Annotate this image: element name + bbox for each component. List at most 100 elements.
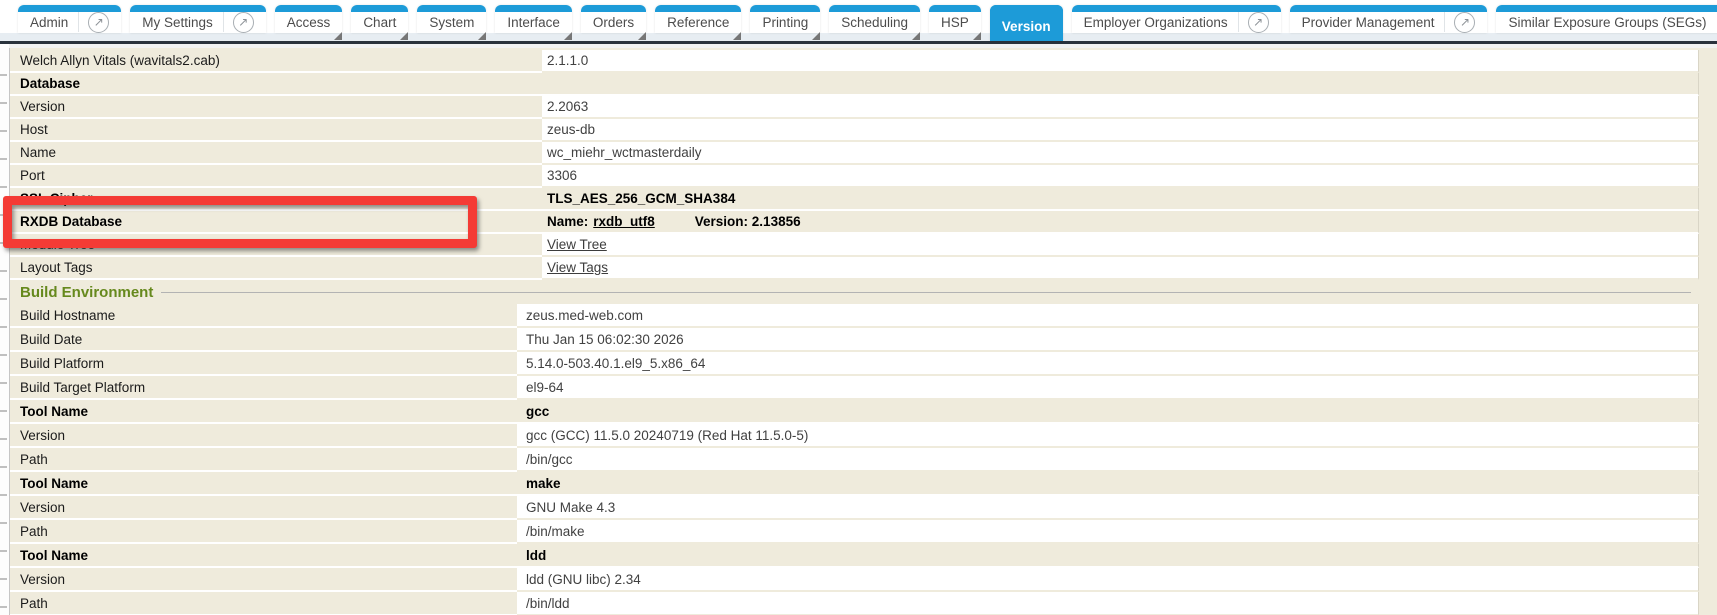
row-value bbox=[542, 73, 1699, 96]
view-link[interactable]: View Tree bbox=[547, 237, 607, 252]
row-value: /bin/make bbox=[517, 520, 1699, 544]
row-value: zeus-db bbox=[542, 119, 1699, 142]
row-label: Path bbox=[10, 592, 517, 615]
rxdb-name-link[interactable]: rxdb_utf8 bbox=[593, 214, 655, 229]
tab-label: HSP bbox=[941, 15, 969, 30]
row-value: /bin/gcc bbox=[517, 448, 1699, 472]
row-label: Build Date bbox=[10, 328, 517, 352]
tab-orders[interactable]: Orders bbox=[581, 5, 646, 33]
table-row: Build Hostname zeus.med-web.com bbox=[10, 304, 1717, 328]
value-secondary: Version: 2.13856 bbox=[695, 214, 801, 229]
tab-access[interactable]: Access bbox=[275, 5, 343, 33]
table-row: Layout Tags View Tags bbox=[10, 257, 1717, 280]
tab-chart[interactable]: Chart bbox=[351, 5, 408, 33]
dropdown-fold-icon bbox=[912, 32, 920, 40]
row-value: gcc (GCC) 11.5.0 20240719 (Red Hat 11.5.… bbox=[517, 424, 1699, 448]
tab-admin[interactable]: Admin ↗ bbox=[18, 5, 121, 33]
tab-label: Orders bbox=[593, 15, 634, 30]
table-row: Tool Name gcc bbox=[10, 400, 1717, 424]
tab-bar: Admin ↗ My Settings ↗ Access Chart bbox=[0, 0, 1717, 41]
value-text: /bin/ldd bbox=[526, 596, 570, 611]
tab-hsp[interactable]: HSP bbox=[929, 5, 981, 33]
row-label: RXDB Database bbox=[10, 211, 542, 234]
value-text: /bin/gcc bbox=[526, 452, 573, 467]
row-value: View Tags bbox=[542, 257, 1699, 280]
value-text: el9-64 bbox=[526, 380, 564, 395]
popout-icon[interactable]: ↗ bbox=[88, 12, 109, 33]
table-row: Version GNU Make 4.3 bbox=[10, 496, 1717, 520]
tab-scheduling[interactable]: Scheduling bbox=[829, 5, 920, 33]
tab-my-settings[interactable]: My Settings ↗ bbox=[130, 5, 266, 33]
value-text: GNU Make 4.3 bbox=[526, 500, 615, 515]
value-text: zeus.med-web.com bbox=[526, 308, 643, 323]
dropdown-fold-icon bbox=[400, 32, 408, 40]
tab-label: Access bbox=[287, 15, 331, 30]
tab-reference[interactable]: Reference bbox=[655, 5, 741, 33]
tab-label: Printing bbox=[762, 15, 808, 30]
build-environment-header: Build Environment bbox=[10, 280, 1717, 304]
tab-similar-exposure-groups[interactable]: Similar Exposure Groups (SEGs) ↗ bbox=[1496, 5, 1717, 33]
row-label: Database bbox=[10, 73, 542, 96]
value-text: Thu Jan 15 06:02:30 2026 bbox=[526, 332, 684, 347]
tab-employer-organizations[interactable]: Employer Organizations ↗ bbox=[1072, 5, 1281, 33]
row-label: Port bbox=[10, 165, 542, 188]
popout-icon[interactable]: ↗ bbox=[1248, 12, 1269, 33]
row-label: Host bbox=[10, 119, 542, 142]
row-value: Thu Jan 15 06:02:30 2026 bbox=[517, 328, 1699, 352]
row-label: Path bbox=[10, 520, 517, 544]
tab-strip: Admin ↗ My Settings ↗ Access Chart bbox=[0, 0, 1717, 41]
tab-provider-management[interactable]: Provider Management ↗ bbox=[1290, 5, 1488, 33]
row-value: TLS_AES_256_GCM_SHA384 bbox=[542, 188, 1699, 211]
row-value: /bin/ldd bbox=[517, 592, 1699, 615]
row-value: gcc bbox=[517, 400, 1699, 424]
tab-divider bbox=[1238, 12, 1239, 32]
dropdown-fold-icon bbox=[733, 32, 741, 40]
tab-divider bbox=[1444, 12, 1445, 32]
table-row: Module Tree View Tree bbox=[10, 234, 1717, 257]
dropdown-fold-icon bbox=[478, 32, 486, 40]
table-row: Version gcc (GCC) 11.5.0 20240719 (Red H… bbox=[10, 424, 1717, 448]
table-row: Tool Name make bbox=[10, 472, 1717, 496]
value-text: 2.1.1.0 bbox=[547, 53, 588, 68]
table-row: Build Platform 5.14.0-503.40.1.el9_5.x86… bbox=[10, 352, 1717, 376]
version-info-table: Welch Allyn Vitals (wavitals2.cab) 2.1.1… bbox=[9, 48, 1717, 615]
table-row: Build Target Platform el9-64 bbox=[10, 376, 1717, 400]
table-row: SSL Cipher TLS_AES_256_GCM_SHA384 bbox=[10, 188, 1717, 211]
table-row: Version ldd (GNU libc) 2.34 bbox=[10, 568, 1717, 592]
table-row: Name wc_miehr_wctmasterdaily bbox=[10, 142, 1717, 165]
dropdown-fold-icon bbox=[973, 32, 981, 40]
tab-label: Similar Exposure Groups (SEGs) bbox=[1508, 15, 1706, 30]
tab-version[interactable]: Version bbox=[990, 5, 1063, 41]
row-value: View Tree bbox=[542, 234, 1699, 257]
tab-label: My Settings bbox=[142, 15, 213, 30]
value-text: gcc (GCC) 11.5.0 20240719 (Red Hat 11.5.… bbox=[526, 428, 808, 443]
popout-icon[interactable]: ↗ bbox=[233, 12, 254, 33]
table-row: Welch Allyn Vitals (wavitals2.cab) 2.1.1… bbox=[10, 50, 1717, 73]
row-value: 2.2063 bbox=[542, 96, 1699, 119]
table-row: Database bbox=[10, 73, 1717, 96]
table-row: Build Date Thu Jan 15 06:02:30 2026 bbox=[10, 328, 1717, 352]
dropdown-fold-icon bbox=[564, 32, 572, 40]
value-text: ldd (GNU libc) 2.34 bbox=[526, 572, 641, 587]
tab-interface[interactable]: Interface bbox=[495, 5, 572, 33]
row-label: Version bbox=[10, 568, 517, 592]
table-row: Path /bin/gcc bbox=[10, 448, 1717, 472]
row-value: Name: rxdb_utf8 Version: 2.13856 bbox=[542, 211, 1699, 234]
row-label: Module Tree bbox=[10, 234, 542, 257]
table-row: Port 3306 bbox=[10, 165, 1717, 188]
tab-printing[interactable]: Printing bbox=[750, 5, 820, 33]
row-label: Build Hostname bbox=[10, 304, 517, 328]
tab-system[interactable]: System bbox=[417, 5, 486, 33]
section-title: Build Environment bbox=[20, 284, 153, 301]
left-gutter-ruler bbox=[0, 44, 9, 615]
table-row: RXDB Database Name: rxdb_utf8 Version: 2… bbox=[10, 211, 1717, 234]
row-label: Build Target Platform bbox=[10, 376, 517, 400]
tab-divider bbox=[223, 12, 224, 32]
section-rule bbox=[161, 292, 1691, 293]
row-value: GNU Make 4.3 bbox=[517, 496, 1699, 520]
row-label: Tool Name bbox=[10, 400, 517, 424]
tab-label: Chart bbox=[363, 15, 396, 30]
view-link[interactable]: View Tags bbox=[547, 260, 608, 275]
value-text: 2.2063 bbox=[547, 99, 588, 114]
popout-icon[interactable]: ↗ bbox=[1454, 12, 1475, 33]
